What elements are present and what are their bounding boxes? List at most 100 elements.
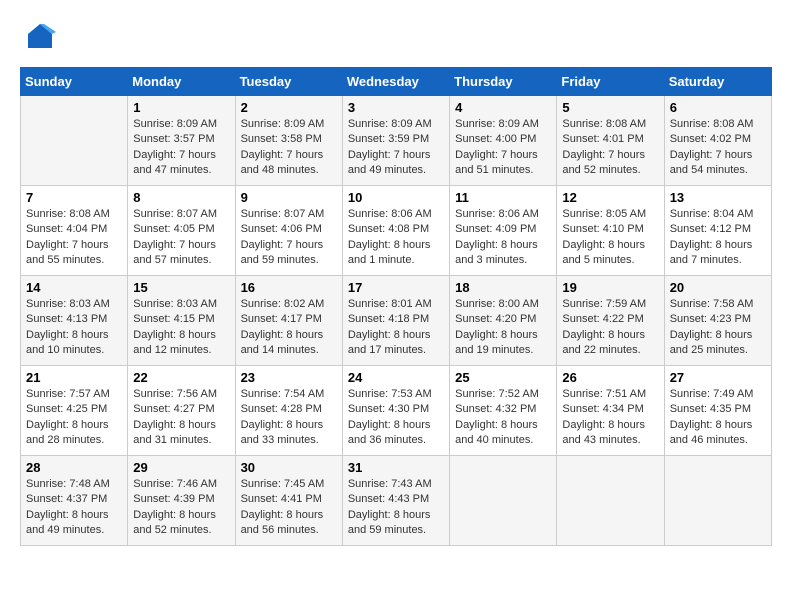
day-number: 4	[455, 100, 551, 115]
day-number: 23	[241, 370, 337, 385]
calendar-cell: 15 Sunrise: 8:03 AMSunset: 4:15 PMDayligh…	[128, 276, 235, 366]
day-info: Sunrise: 8:06 AMSunset: 4:09 PMDaylight:…	[455, 207, 551, 269]
calendar-table: SundayMondayTuesdayWednesdayThursdayFrid…	[20, 67, 772, 546]
logo-icon	[24, 20, 56, 52]
day-header-tuesday: Tuesday	[235, 68, 342, 96]
day-info: Sunrise: 8:08 AMSunset: 4:01 PMDaylight:…	[562, 117, 658, 179]
day-header-saturday: Saturday	[664, 68, 771, 96]
day-number: 15	[133, 280, 229, 295]
day-number: 10	[348, 190, 444, 205]
page-header	[20, 20, 772, 57]
calendar-cell: 12 Sunrise: 8:05 AMSunset: 4:10 PMDayligh…	[557, 186, 664, 276]
day-info: Sunrise: 7:51 AMSunset: 4:34 PMDaylight:…	[562, 387, 658, 449]
day-info: Sunrise: 8:09 AMSunset: 3:58 PMDaylight:…	[241, 117, 337, 179]
day-info: Sunrise: 7:57 AMSunset: 4:25 PMDaylight:…	[26, 387, 122, 449]
day-info: Sunrise: 8:07 AMSunset: 4:06 PMDaylight:…	[241, 207, 337, 269]
calendar-cell: 21 Sunrise: 7:57 AMSunset: 4:25 PMDayligh…	[21, 366, 128, 456]
day-number: 28	[26, 460, 122, 475]
day-info: Sunrise: 7:48 AMSunset: 4:37 PMDaylight:…	[26, 477, 122, 539]
calendar-cell: 4 Sunrise: 8:09 AMSunset: 4:00 PMDaylight…	[450, 96, 557, 186]
day-info: Sunrise: 7:52 AMSunset: 4:32 PMDaylight:…	[455, 387, 551, 449]
day-info: Sunrise: 8:02 AMSunset: 4:17 PMDaylight:…	[241, 297, 337, 359]
calendar-cell: 3 Sunrise: 8:09 AMSunset: 3:59 PMDaylight…	[342, 96, 449, 186]
day-number: 26	[562, 370, 658, 385]
day-number: 8	[133, 190, 229, 205]
day-info: Sunrise: 8:03 AMSunset: 4:15 PMDaylight:…	[133, 297, 229, 359]
day-header-sunday: Sunday	[21, 68, 128, 96]
calendar-cell: 16 Sunrise: 8:02 AMSunset: 4:17 PMDayligh…	[235, 276, 342, 366]
day-number: 19	[562, 280, 658, 295]
day-info: Sunrise: 8:09 AMSunset: 4:00 PMDaylight:…	[455, 117, 551, 179]
calendar-cell: 26 Sunrise: 7:51 AMSunset: 4:34 PMDayligh…	[557, 366, 664, 456]
day-number: 16	[241, 280, 337, 295]
calendar-body: 1Sunrise: 8:09 AMSunset: 3:57 PMDaylight…	[21, 96, 772, 546]
day-number: 2	[241, 100, 337, 115]
calendar-cell: 9 Sunrise: 8:07 AMSunset: 4:06 PMDaylight…	[235, 186, 342, 276]
day-info: Sunrise: 7:46 AMSunset: 4:39 PMDaylight:…	[133, 477, 229, 539]
calendar-header-row: SundayMondayTuesdayWednesdayThursdayFrid…	[21, 68, 772, 96]
day-header-wednesday: Wednesday	[342, 68, 449, 96]
day-number: 21	[26, 370, 122, 385]
calendar-cell: 27Sunrise: 7:49 AMSunset: 4:35 PMDayligh…	[664, 366, 771, 456]
day-info: Sunrise: 8:05 AMSunset: 4:10 PMDaylight:…	[562, 207, 658, 269]
calendar-week-row: 1Sunrise: 8:09 AMSunset: 3:57 PMDaylight…	[21, 96, 772, 186]
calendar-cell: 19 Sunrise: 7:59 AMSunset: 4:22 PMDayligh…	[557, 276, 664, 366]
day-number: 24	[348, 370, 444, 385]
calendar-week-row: 7Sunrise: 8:08 AMSunset: 4:04 PMDaylight…	[21, 186, 772, 276]
calendar-cell: 1Sunrise: 8:09 AMSunset: 3:57 PMDaylight…	[128, 96, 235, 186]
day-info: Sunrise: 7:59 AMSunset: 4:22 PMDaylight:…	[562, 297, 658, 359]
calendar-cell: 10 Sunrise: 8:06 AMSunset: 4:08 PMDayligh…	[342, 186, 449, 276]
day-info: Sunrise: 7:54 AMSunset: 4:28 PMDaylight:…	[241, 387, 337, 449]
calendar-cell: 22Sunrise: 7:56 AMSunset: 4:27 PMDayligh…	[128, 366, 235, 456]
day-info: Sunrise: 8:09 AMSunset: 3:57 PMDaylight:…	[133, 117, 229, 179]
day-info: Sunrise: 8:09 AMSunset: 3:59 PMDaylight:…	[348, 117, 444, 179]
calendar-cell: 25Sunrise: 7:52 AMSunset: 4:32 PMDayligh…	[450, 366, 557, 456]
calendar-cell: 28 Sunrise: 7:48 AMSunset: 4:37 PMDayligh…	[21, 456, 128, 546]
calendar-cell: 20Sunrise: 7:58 AMSunset: 4:23 PMDayligh…	[664, 276, 771, 366]
day-number: 31	[348, 460, 444, 475]
calendar-cell: 8 Sunrise: 8:07 AMSunset: 4:05 PMDaylight…	[128, 186, 235, 276]
day-number: 6	[670, 100, 766, 115]
day-info: Sunrise: 8:01 AMSunset: 4:18 PMDaylight:…	[348, 297, 444, 359]
calendar-cell: 29 Sunrise: 7:46 AMSunset: 4:39 PMDayligh…	[128, 456, 235, 546]
day-number: 20	[670, 280, 766, 295]
day-header-monday: Monday	[128, 68, 235, 96]
calendar-cell: 6 Sunrise: 8:08 AMSunset: 4:02 PMDaylight…	[664, 96, 771, 186]
day-number: 5	[562, 100, 658, 115]
day-number: 9	[241, 190, 337, 205]
day-info: Sunrise: 8:03 AMSunset: 4:13 PMDaylight:…	[26, 297, 122, 359]
calendar-cell: 2 Sunrise: 8:09 AMSunset: 3:58 PMDaylight…	[235, 96, 342, 186]
day-info: Sunrise: 7:45 AMSunset: 4:41 PMDaylight:…	[241, 477, 337, 539]
day-info: Sunrise: 8:00 AMSunset: 4:20 PMDaylight:…	[455, 297, 551, 359]
calendar-week-row: 21 Sunrise: 7:57 AMSunset: 4:25 PMDayligh…	[21, 366, 772, 456]
day-number: 3	[348, 100, 444, 115]
day-number: 27	[670, 370, 766, 385]
day-number: 17	[348, 280, 444, 295]
day-number: 29	[133, 460, 229, 475]
calendar-cell	[450, 456, 557, 546]
day-info: Sunrise: 7:43 AMSunset: 4:43 PMDaylight:…	[348, 477, 444, 539]
day-info: Sunrise: 8:06 AMSunset: 4:08 PMDaylight:…	[348, 207, 444, 269]
calendar-cell: 11Sunrise: 8:06 AMSunset: 4:09 PMDayligh…	[450, 186, 557, 276]
logo	[20, 20, 56, 57]
day-info: Sunrise: 8:08 AMSunset: 4:02 PMDaylight:…	[670, 117, 766, 179]
calendar-cell: 5 Sunrise: 8:08 AMSunset: 4:01 PMDaylight…	[557, 96, 664, 186]
calendar-cell: 23 Sunrise: 7:54 AMSunset: 4:28 PMDayligh…	[235, 366, 342, 456]
day-info: Sunrise: 8:08 AMSunset: 4:04 PMDaylight:…	[26, 207, 122, 269]
calendar-cell	[664, 456, 771, 546]
day-number: 12	[562, 190, 658, 205]
calendar-cell: 13Sunrise: 8:04 AMSunset: 4:12 PMDayligh…	[664, 186, 771, 276]
calendar-cell: 7Sunrise: 8:08 AMSunset: 4:04 PMDaylight…	[21, 186, 128, 276]
day-info: Sunrise: 8:07 AMSunset: 4:05 PMDaylight:…	[133, 207, 229, 269]
calendar-cell	[21, 96, 128, 186]
day-number: 14	[26, 280, 122, 295]
calendar-cell: 14 Sunrise: 8:03 AMSunset: 4:13 PMDayligh…	[21, 276, 128, 366]
day-info: Sunrise: 8:04 AMSunset: 4:12 PMDaylight:…	[670, 207, 766, 269]
calendar-cell	[557, 456, 664, 546]
day-number: 30	[241, 460, 337, 475]
calendar-cell: 30 Sunrise: 7:45 AMSunset: 4:41 PMDayligh…	[235, 456, 342, 546]
calendar-cell: 24Sunrise: 7:53 AMSunset: 4:30 PMDayligh…	[342, 366, 449, 456]
day-number: 18	[455, 280, 551, 295]
calendar-week-row: 28 Sunrise: 7:48 AMSunset: 4:37 PMDayligh…	[21, 456, 772, 546]
day-number: 22	[133, 370, 229, 385]
